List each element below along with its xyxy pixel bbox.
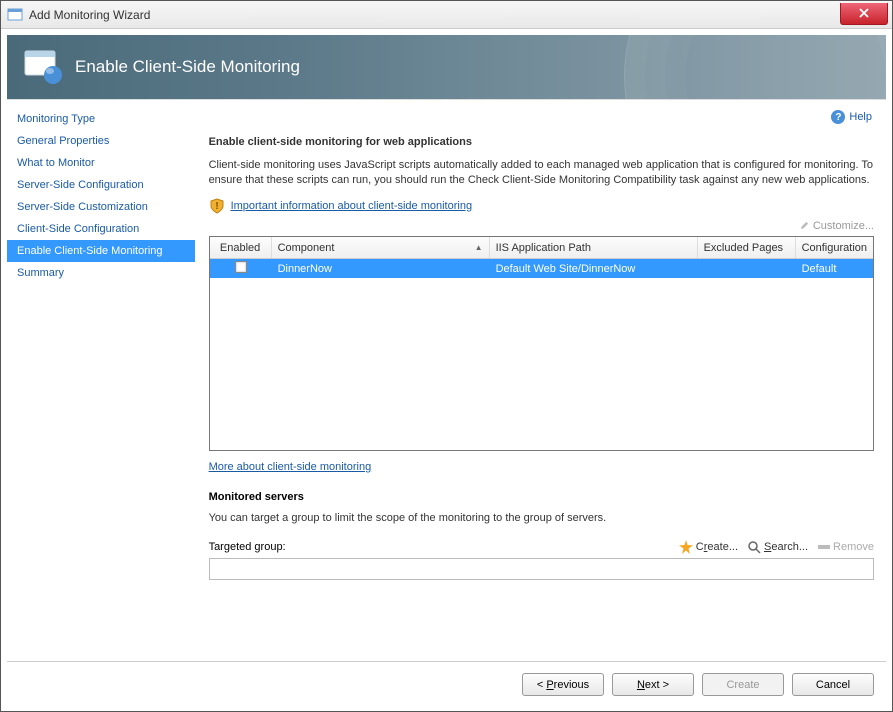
more-about-link[interactable]: More about client-side monitoring [209, 461, 874, 473]
help-link[interactable]: ? Help [831, 110, 872, 124]
table-row[interactable]: DinnerNow Default Web Site/DinnerNow Def… [210, 259, 873, 278]
sidebar-item-client-side-config[interactable]: Client-Side Configuration [7, 218, 195, 240]
minus-icon [818, 545, 830, 549]
monitored-servers-desc: You can target a group to limit the scop… [209, 511, 874, 526]
cell-component: DinnerNow [272, 261, 490, 277]
sidebar-item-general-properties[interactable]: General Properties [7, 130, 195, 152]
body: Monitoring Type General Properties What … [7, 99, 886, 655]
create-group-button[interactable]: Create... [679, 540, 738, 554]
enabled-checkbox[interactable] [235, 261, 247, 273]
shield-icon: ! [209, 198, 225, 214]
col-header-enabled[interactable]: Enabled [210, 237, 272, 258]
cell-iis: Default Web Site/DinnerNow [490, 261, 698, 277]
help-icon: ? [831, 110, 845, 124]
next-button[interactable]: Next > [612, 673, 694, 696]
cancel-button[interactable]: Cancel [792, 673, 874, 696]
content-pane: ? Help Enable client-side monitoring for… [195, 100, 886, 655]
sidebar-item-what-to-monitor[interactable]: What to Monitor [7, 152, 195, 174]
app-icon [7, 7, 23, 23]
important-info-row: ! Important information about client-sid… [209, 198, 874, 214]
cell-config: Default [796, 261, 873, 277]
wizard-window: Add Monitoring Wizard Enable Client-Side… [0, 0, 893, 712]
col-header-config[interactable]: Configuration [796, 237, 873, 258]
cell-enabled [210, 259, 272, 278]
titlebar: Add Monitoring Wizard [1, 1, 892, 29]
sidebar-item-summary[interactable]: Summary [7, 262, 195, 284]
cell-excluded [698, 267, 796, 271]
help-label: Help [849, 111, 872, 123]
close-button[interactable] [840, 3, 888, 25]
svg-text:!: ! [215, 201, 218, 212]
col-header-excluded[interactable]: Excluded Pages [698, 237, 796, 258]
col-header-iis[interactable]: IIS Application Path [490, 237, 698, 258]
sidebar-item-monitoring-type[interactable]: Monitoring Type [7, 108, 195, 130]
grid-header: Enabled Component ▲ IIS Application Path… [210, 237, 873, 259]
sidebar: Monitoring Type General Properties What … [7, 100, 195, 655]
close-icon [859, 8, 869, 18]
col-header-component[interactable]: Component ▲ [272, 237, 490, 258]
customize-row: Customize... [209, 220, 874, 235]
section-description: Client-side monitoring uses JavaScript s… [209, 158, 874, 188]
search-group-button[interactable]: Search... [748, 541, 808, 554]
pencil-icon [799, 220, 810, 231]
header-title: Enable Client-Side Monitoring [75, 57, 300, 77]
monitored-servers-heading: Monitored servers [209, 491, 874, 503]
header-banner: Enable Client-Side Monitoring [7, 35, 886, 99]
sidebar-item-enable-client-side[interactable]: Enable Client-Side Monitoring [7, 240, 195, 262]
customize-button[interactable]: Customize... [799, 220, 874, 232]
remove-group-button: Remove [818, 541, 874, 553]
targeted-group-field[interactable] [209, 558, 874, 580]
sort-indicator-icon: ▲ [475, 243, 483, 252]
target-label: Targeted group: [209, 541, 309, 553]
footer: < Previous Next > Create Cancel [7, 661, 886, 707]
previous-button[interactable]: < Previous [522, 673, 604, 696]
section-heading: Enable client-side monitoring for web ap… [209, 136, 874, 148]
sidebar-item-server-side-custom[interactable]: Server-Side Customization [7, 196, 195, 218]
window-title: Add Monitoring Wizard [29, 8, 840, 22]
components-grid: Enabled Component ▲ IIS Application Path… [209, 236, 874, 451]
star-icon [679, 540, 693, 554]
target-row: Targeted group: Create... Search... Remo… [209, 540, 874, 554]
customize-label: Customize... [813, 220, 874, 232]
important-info-link[interactable]: Important information about client-side … [231, 200, 473, 212]
remove-label: Remove [833, 541, 874, 553]
search-icon [748, 541, 761, 554]
create-button: Create [702, 673, 784, 696]
header-icon [23, 47, 63, 87]
sidebar-item-server-side-config[interactable]: Server-Side Configuration [7, 174, 195, 196]
